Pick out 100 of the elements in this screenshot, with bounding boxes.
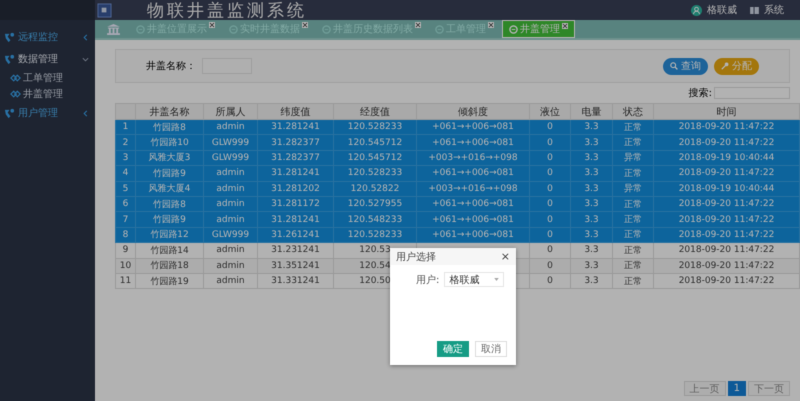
logo-icon xyxy=(97,2,112,18)
table-cell: 3.3 xyxy=(570,273,612,289)
table-cell: 31.231241 xyxy=(258,242,334,258)
table-cell: 0 xyxy=(530,166,570,182)
table-cell: 120.52822 xyxy=(334,181,416,196)
table-cell: 2018-09-20 11:47:22 xyxy=(654,242,800,258)
table-cell: 3.3 xyxy=(570,120,612,135)
table-cell: 31.281202 xyxy=(258,181,334,196)
table-cell: 异常 xyxy=(612,150,654,166)
table-cell: +061→+006→081 xyxy=(416,134,530,150)
table-cell: 竹园路10 xyxy=(136,134,204,150)
table-cell: admin xyxy=(204,212,258,228)
table-cell: 7 xyxy=(116,212,136,228)
column-header: 液位 xyxy=(530,104,570,120)
user-select[interactable]: 格联威 xyxy=(444,272,504,287)
column-header: 所属人 xyxy=(204,104,258,120)
table-cell: admin xyxy=(204,258,258,274)
search-field[interactable] xyxy=(714,87,790,99)
table-cell: admin xyxy=(204,196,258,212)
table-cell: 竹园路14 xyxy=(136,242,204,258)
table-cell: 正常 xyxy=(612,120,654,135)
table-cell: 120.545712 xyxy=(334,150,416,166)
table-cell: +061→+006→081 xyxy=(416,212,530,228)
table-cell: 0 xyxy=(530,120,570,135)
table-cell: 3 xyxy=(116,150,136,166)
table-cell: 2018-09-19 10:40:44 xyxy=(654,181,800,196)
close-icon[interactable] xyxy=(562,23,568,29)
table-cell: 2 xyxy=(116,134,136,150)
table-cell: 31.282377 xyxy=(258,150,334,166)
table-cell: 31.281241 xyxy=(258,212,334,228)
table-cell: 0 xyxy=(530,134,570,150)
table-cell: admin xyxy=(204,166,258,182)
search-icon xyxy=(670,62,678,70)
table-cell: 0 xyxy=(530,242,570,258)
close-icon[interactable] xyxy=(209,22,215,28)
table-cell: 5 xyxy=(116,181,136,196)
table-cell: +061→+006→081 xyxy=(416,120,530,135)
close-button[interactable]: × xyxy=(500,250,510,263)
table-cell: 竹园路19 xyxy=(136,273,204,289)
field-label: 井盖名称： xyxy=(146,60,196,73)
chevron-icon xyxy=(82,110,89,116)
table-cell: 0 xyxy=(530,181,570,196)
table-cell: 120.545712 xyxy=(334,134,416,150)
wrench-icon xyxy=(721,62,729,70)
table-cell: 正常 xyxy=(612,242,654,258)
close-icon[interactable] xyxy=(302,22,308,28)
table-cell: 3.3 xyxy=(570,181,612,196)
table-cell: 31.281172 xyxy=(258,196,334,212)
table-cell: GLW999 xyxy=(204,150,258,166)
column-header: 井盖名称 xyxy=(136,104,204,120)
confirm-button[interactable]: 确定 xyxy=(437,341,469,357)
grid-icon xyxy=(750,6,759,14)
user-avatar-icon xyxy=(691,4,702,16)
prev-page-button[interactable]: 上一页 xyxy=(684,381,726,396)
cancel-button[interactable]: 取消 xyxy=(475,341,507,357)
table-cell: 竹园路18 xyxy=(136,258,204,274)
table-cell: +061→+006→081 xyxy=(416,196,530,212)
sidebar-item[interactable]: 用户管理 xyxy=(0,102,95,124)
search-button[interactable]: 查询 xyxy=(663,58,708,74)
close-icon[interactable] xyxy=(415,22,421,28)
link-icon xyxy=(10,90,21,98)
close-icon[interactable] xyxy=(488,22,494,28)
sidebar-subitem[interactable]: 工单管理 xyxy=(0,70,95,86)
system-menu[interactable]: 系统 xyxy=(764,3,784,17)
table-cell: 31.331241 xyxy=(258,273,334,289)
sidebar-item[interactable]: 数据管理 xyxy=(0,48,95,70)
table-cell: 11 xyxy=(116,273,136,289)
table-cell: 2018-09-20 11:47:22 xyxy=(654,196,800,212)
table-cell: 2018-09-19 10:40:44 xyxy=(654,150,800,166)
table-cell: 10 xyxy=(116,258,136,274)
field-label: 用户: xyxy=(416,274,440,286)
table-cell: 120.528233 xyxy=(334,227,416,243)
assign-button[interactable]: 分配 xyxy=(714,58,759,74)
table-cell: 正常 xyxy=(612,212,654,228)
sidebar-item[interactable]: 远程监控 xyxy=(0,26,95,48)
table-cell: 0 xyxy=(530,227,570,243)
table-cell: 31.261241 xyxy=(258,227,334,243)
table-cell: 正常 xyxy=(612,227,654,243)
chevron-icon xyxy=(82,56,89,62)
next-page-button[interactable]: 下一页 xyxy=(748,381,790,396)
column-header: 经度值 xyxy=(334,104,416,120)
table-cell: 120.527955 xyxy=(334,196,416,212)
table-cell: 4 xyxy=(116,166,136,182)
tab[interactable]: 井盖管理 xyxy=(502,20,575,38)
search-label: 搜索: xyxy=(688,86,712,100)
table-cell: +061→+006→081 xyxy=(416,227,530,243)
table-cell: GLW999 xyxy=(204,134,258,150)
table-cell: 2018-09-20 11:47:22 xyxy=(654,166,800,182)
table-cell: 31.281241 xyxy=(258,120,334,135)
table-cell: +003→+016→+098 xyxy=(416,181,530,196)
link-icon xyxy=(10,74,21,82)
table-cell: 0 xyxy=(530,196,570,212)
table-cell: 正常 xyxy=(612,196,654,212)
user-name[interactable]: 格联威 xyxy=(707,3,737,17)
column-header: 倾斜度 xyxy=(416,104,530,120)
table-cell: 1 xyxy=(116,120,136,135)
sidebar-subitem[interactable]: 井盖管理 xyxy=(0,86,95,102)
page-button[interactable]: 1 xyxy=(728,381,746,396)
table-cell: 2018-09-20 11:47:22 xyxy=(654,134,800,150)
table-cell: 3.3 xyxy=(570,227,612,243)
